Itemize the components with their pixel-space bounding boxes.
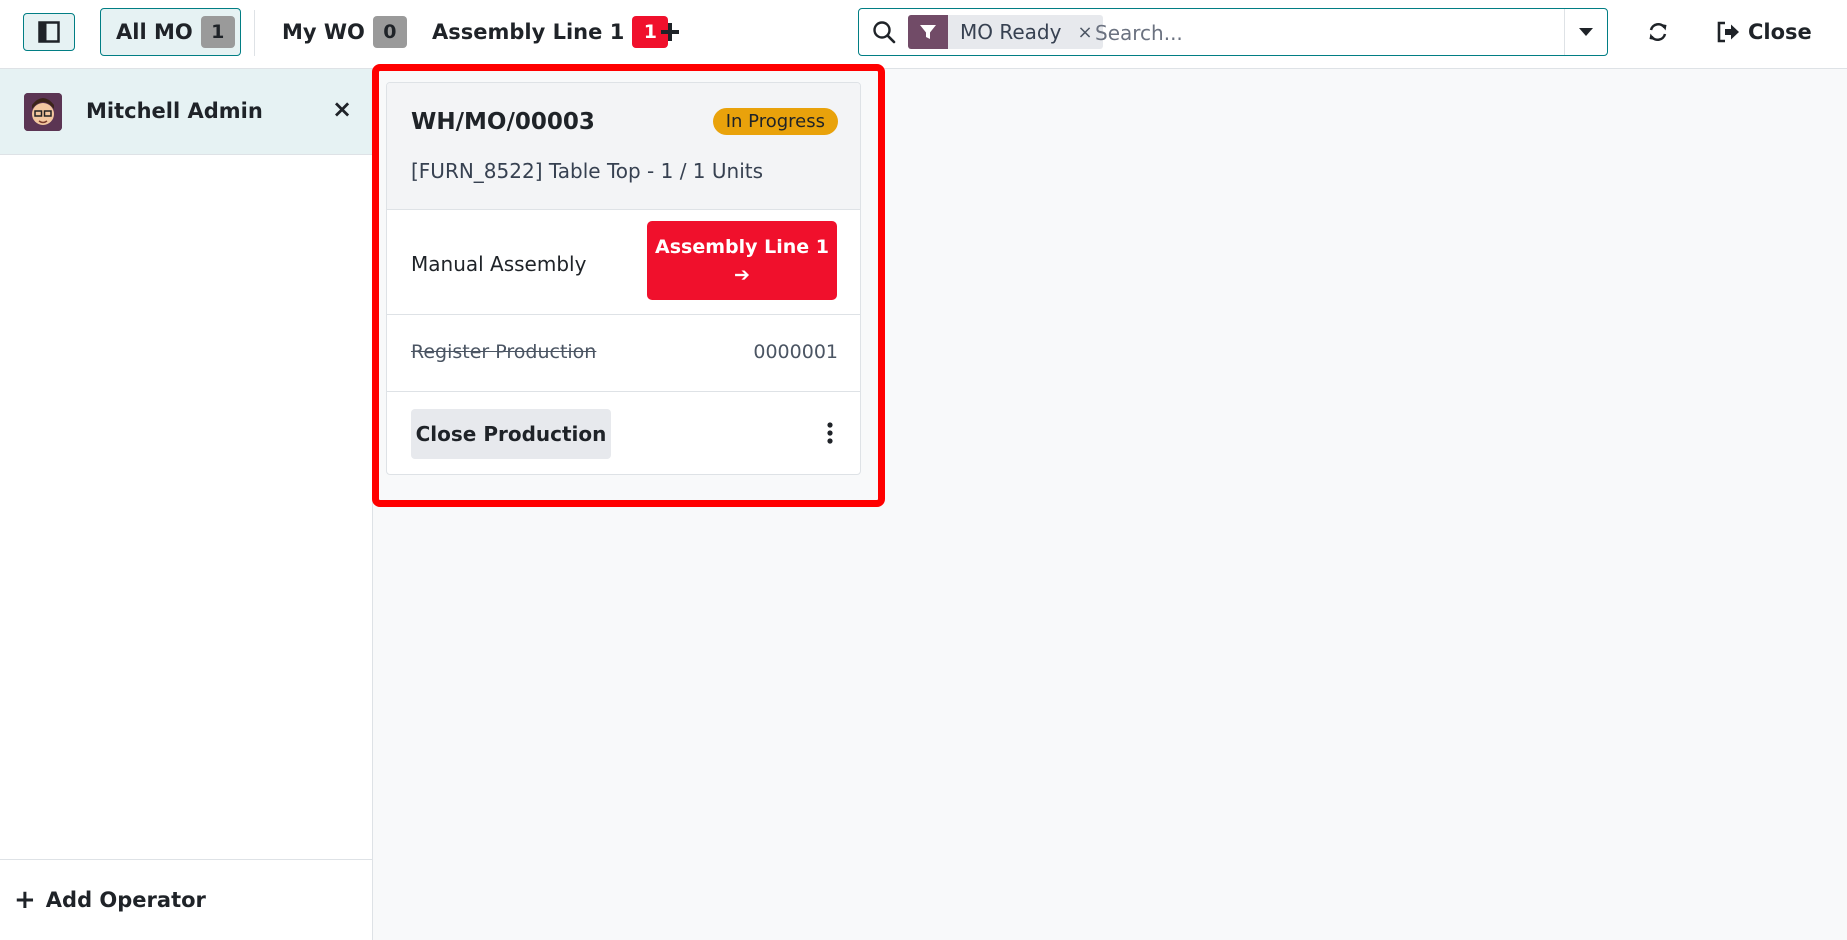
plus-icon bbox=[661, 23, 679, 41]
top-bar: All MO 1 My WO 0 Assembly Line 1 1 MO Re… bbox=[0, 0, 1847, 69]
caret-down-icon bbox=[1579, 28, 1593, 36]
workorder-name: Manual Assembly bbox=[411, 252, 587, 276]
close-button[interactable]: Close bbox=[1716, 14, 1812, 50]
remove-operator-icon[interactable]: × bbox=[332, 95, 352, 123]
mo-card-header[interactable]: WH/MO/00003 In Progress [FURN_8522] Tabl… bbox=[387, 83, 860, 210]
operator-name: Mitchell Admin bbox=[86, 99, 263, 123]
tab-assembly-line-1[interactable]: Assembly Line 1 1 bbox=[432, 14, 669, 50]
operator-item[interactable]: Mitchell Admin × bbox=[0, 69, 372, 155]
tab-label: My WO bbox=[282, 20, 365, 44]
workorder-row: Manual Assembly Assembly Line 1 ➔ bbox=[387, 210, 860, 315]
mo-name: WH/MO/00003 bbox=[411, 109, 595, 135]
filter-icon bbox=[908, 15, 948, 49]
add-workcenter-button[interactable] bbox=[658, 14, 682, 50]
refresh-icon bbox=[1649, 23, 1667, 41]
close-production-label: Close Production bbox=[415, 422, 607, 446]
search-facet: MO Ready × bbox=[908, 15, 1103, 49]
tab-my-wo[interactable]: My WO 0 bbox=[282, 14, 407, 50]
card-footer: Close Production bbox=[387, 392, 860, 474]
mo-card: WH/MO/00003 In Progress [FURN_8522] Tabl… bbox=[386, 82, 861, 475]
arrow-right-icon: ➔ bbox=[734, 263, 750, 286]
tab-label: All MO bbox=[116, 20, 193, 44]
sign-out-icon bbox=[1717, 21, 1739, 43]
step-row[interactable]: Register Production 0000001 bbox=[387, 315, 860, 392]
tab-divider bbox=[254, 10, 255, 56]
avatar bbox=[24, 93, 62, 131]
facet-remove-icon[interactable]: × bbox=[1077, 22, 1092, 43]
kebab-menu-icon[interactable] bbox=[826, 422, 834, 444]
plus-icon: + bbox=[14, 885, 36, 915]
step-value: 0000001 bbox=[753, 341, 838, 363]
add-operator-label: Add Operator bbox=[45, 888, 206, 912]
tab-count-badge: 0 bbox=[372, 16, 407, 48]
operator-panel: Mitchell Admin × + Add Operator bbox=[0, 69, 373, 940]
sidebar-toggle-button[interactable] bbox=[23, 13, 75, 51]
product-line: [FURN_8522] Table Top - 1 / 1 Units bbox=[411, 159, 764, 183]
status-badge: In Progress bbox=[712, 108, 838, 135]
tab-all-mo[interactable]: All MO 1 bbox=[100, 8, 241, 56]
refresh-button[interactable] bbox=[1640, 14, 1676, 50]
search-icon bbox=[873, 21, 896, 44]
tab-label: Assembly Line 1 bbox=[432, 20, 625, 44]
close-label: Close bbox=[1748, 20, 1812, 44]
workcenter-button[interactable]: Assembly Line 1 ➔ bbox=[647, 221, 837, 300]
tab-count-badge: 1 bbox=[200, 16, 235, 48]
step-name: Register Production bbox=[411, 341, 597, 363]
workcenter-label: Assembly Line 1 bbox=[655, 235, 829, 258]
facet-label: MO Ready bbox=[960, 20, 1062, 44]
search-options-toggle[interactable] bbox=[1564, 9, 1607, 55]
close-production-button[interactable]: Close Production bbox=[411, 409, 611, 459]
add-operator-button[interactable]: + Add Operator bbox=[0, 859, 372, 940]
sidebar-icon bbox=[38, 21, 60, 43]
search-input[interactable] bbox=[1093, 17, 1547, 49]
search-bar: MO Ready × bbox=[858, 8, 1608, 56]
